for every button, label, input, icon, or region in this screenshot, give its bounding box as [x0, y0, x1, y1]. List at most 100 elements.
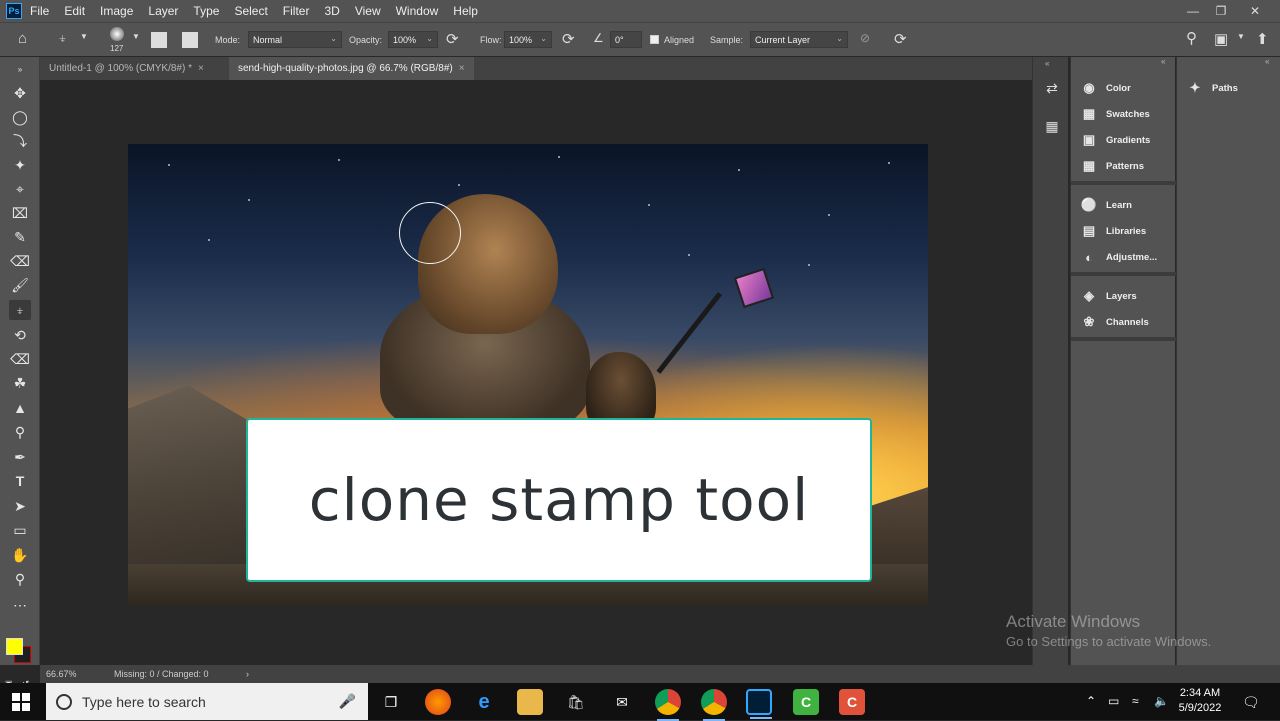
type-tool-icon[interactable]: T	[9, 471, 31, 491]
camtasia-recorder-icon[interactable]: C	[839, 689, 865, 715]
clone-source-icon[interactable]	[182, 32, 198, 48]
panel-layers[interactable]: ◈ Layers	[1081, 286, 1137, 306]
chrome-icon[interactable]	[701, 689, 727, 721]
expand-toolbar-icon[interactable]: »	[9, 59, 31, 79]
search-icon[interactable]: ⚲	[1186, 29, 1197, 47]
close-tab-icon[interactable]: ×	[459, 63, 465, 74]
pen-tool-icon[interactable]: ✒	[9, 447, 31, 467]
rectangle-tool-icon[interactable]: ▭	[9, 520, 31, 540]
photoshop-taskbar-icon[interactable]	[746, 689, 772, 719]
dodge-tool-icon[interactable]: ⚲	[9, 422, 31, 442]
camtasia-icon[interactable]: C	[793, 689, 819, 715]
photoshop-logo-icon[interactable]: Ps	[6, 3, 22, 19]
firefox-icon[interactable]	[425, 689, 451, 715]
chevron-down-icon[interactable]: ▼	[132, 32, 140, 41]
brush-tool-icon[interactable]: 🖌	[9, 275, 31, 295]
chevron-down-icon[interactable]: ▼	[80, 32, 88, 41]
document-info[interactable]: Missing: 0 / Changed: 0	[114, 669, 209, 679]
properties-panel-icon[interactable]: ▦	[1043, 117, 1061, 135]
task-view-icon[interactable]: ❐	[378, 689, 404, 715]
share-icon[interactable]: ⬆	[1256, 30, 1269, 48]
microphone-icon[interactable]: 🎤	[339, 693, 356, 710]
menu-image[interactable]: Image	[100, 4, 133, 18]
chevron-right-icon[interactable]: ›	[246, 669, 249, 679]
chrome-icon[interactable]	[655, 689, 681, 721]
tray-chevron-up-icon[interactable]: ⌃	[1086, 694, 1096, 708]
close-tab-icon[interactable]: ×	[198, 63, 204, 74]
ignore-adjustment-layers-icon[interactable]: ⊘	[860, 31, 870, 45]
taskbar-search-box[interactable]: Type here to search 🎤	[46, 683, 368, 720]
more-tools-icon[interactable]: ⋯	[9, 595, 31, 615]
crop-tool-icon[interactable]: ⌖	[9, 179, 31, 199]
workspace-icon[interactable]: ▣	[1214, 30, 1228, 48]
healing-brush-tool-icon[interactable]: ⌫	[9, 251, 31, 271]
mail-icon[interactable]: ✉	[609, 689, 635, 715]
pressure-opacity-icon[interactable]: ⟳	[446, 30, 459, 48]
sample-select[interactable]: Current Layer ⌄	[750, 31, 848, 48]
quick-selection-tool-icon[interactable]: ⤵	[9, 131, 31, 151]
flow-input[interactable]: 100% ⌄	[504, 31, 552, 48]
pressure-size-icon[interactable]: ⟳	[894, 30, 907, 48]
panel-channels[interactable]: ❀ Channels	[1081, 312, 1149, 332]
aligned-checkbox[interactable]	[650, 35, 659, 44]
menu-select[interactable]: Select	[234, 4, 267, 18]
zoom-tool-icon[interactable]: ⚲	[9, 569, 31, 589]
volume-icon[interactable]: 🔈	[1154, 694, 1169, 708]
store-icon[interactable]: 🛍	[563, 689, 589, 715]
battery-icon[interactable]: ▭	[1108, 694, 1119, 708]
menu-edit[interactable]: Edit	[64, 4, 85, 18]
opacity-input[interactable]: 100% ⌄	[388, 31, 438, 48]
menu-3d[interactable]: 3D	[324, 4, 339, 18]
hand-tool-icon[interactable]: ✋	[9, 545, 31, 565]
close-icon[interactable]: ✕	[1238, 0, 1272, 22]
eyedropper-tool-icon[interactable]: ✎	[9, 227, 31, 247]
collapse-icon[interactable]: «	[1161, 57, 1165, 66]
file-explorer-icon[interactable]	[517, 689, 543, 715]
foreground-color-swatch[interactable]	[6, 638, 23, 655]
panel-gradients[interactable]: ▣ Gradients	[1081, 130, 1151, 150]
panel-patterns[interactable]: ▦ Patterns	[1081, 156, 1144, 176]
collapse-icon[interactable]: «	[1045, 59, 1049, 68]
menu-type[interactable]: Type	[193, 4, 219, 18]
brush-settings-icon[interactable]	[151, 32, 167, 48]
edge-icon[interactable]: e	[471, 689, 497, 715]
sharpen-tool-icon[interactable]: ▲	[9, 398, 31, 418]
home-icon[interactable]: ⌂	[18, 30, 27, 47]
mode-select[interactable]: Normal ⌄	[248, 31, 342, 48]
history-panel-icon[interactable]: ⇄	[1043, 79, 1061, 97]
panel-learn[interactable]: ⚪ Learn	[1081, 195, 1132, 215]
system-clock[interactable]: 2:34 AM 5/9/2022	[1172, 686, 1228, 716]
history-brush-tool-icon[interactable]: ⟲	[9, 325, 31, 345]
airbrush-icon[interactable]: ⟳	[562, 30, 575, 48]
notifications-icon[interactable]: 🗨	[1242, 694, 1260, 711]
panel-paths[interactable]: ✦ Paths	[1187, 78, 1238, 98]
wifi-icon[interactable]: ≈	[1132, 694, 1139, 708]
tab-untitled-1[interactable]: Untitled-1 @ 100% (CMYK/8#) * ×	[40, 57, 213, 80]
clone-stamp-preset-icon[interactable]: ⍖	[58, 30, 67, 47]
windows-start-icon[interactable]	[12, 693, 30, 711]
frame-tool-icon[interactable]: ⌧	[9, 203, 31, 223]
magic-wand-tool-icon[interactable]: ✦	[9, 155, 31, 175]
restore-icon[interactable]: ❐	[1204, 0, 1238, 22]
menu-window[interactable]: Window	[396, 4, 439, 18]
menu-layer[interactable]: Layer	[148, 4, 178, 18]
panel-swatches[interactable]: ▦ Swatches	[1081, 104, 1150, 124]
zoom-level[interactable]: 66.67%	[46, 669, 77, 679]
menu-view[interactable]: View	[355, 4, 381, 18]
tab-send-high-quality-photos[interactable]: send-high-quality-photos.jpg @ 66.7% (RG…	[229, 57, 474, 80]
paint-bucket-tool-icon[interactable]: ☘	[9, 373, 31, 393]
panel-adjustments[interactable]: ◐ Adjustme...	[1081, 247, 1157, 267]
chevron-down-icon[interactable]: ▼	[1237, 32, 1245, 41]
panel-libraries[interactable]: ▤ Libraries	[1081, 221, 1146, 241]
lasso-tool-icon[interactable]: ◯	[9, 107, 31, 127]
angle-input[interactable]: 0°	[610, 31, 642, 48]
menu-file[interactable]: File	[30, 4, 49, 18]
menu-help[interactable]: Help	[453, 4, 478, 18]
panel-color[interactable]: ◉ Color	[1081, 78, 1130, 98]
menu-filter[interactable]: Filter	[283, 4, 310, 18]
move-tool-icon[interactable]: ✥	[9, 83, 31, 103]
clone-stamp-tool-icon[interactable]: ⍖	[9, 300, 31, 320]
eraser-tool-icon[interactable]: ⌫	[9, 349, 31, 369]
collapse-icon[interactable]: «	[1265, 57, 1269, 66]
brush-preview-icon[interactable]	[110, 27, 124, 41]
